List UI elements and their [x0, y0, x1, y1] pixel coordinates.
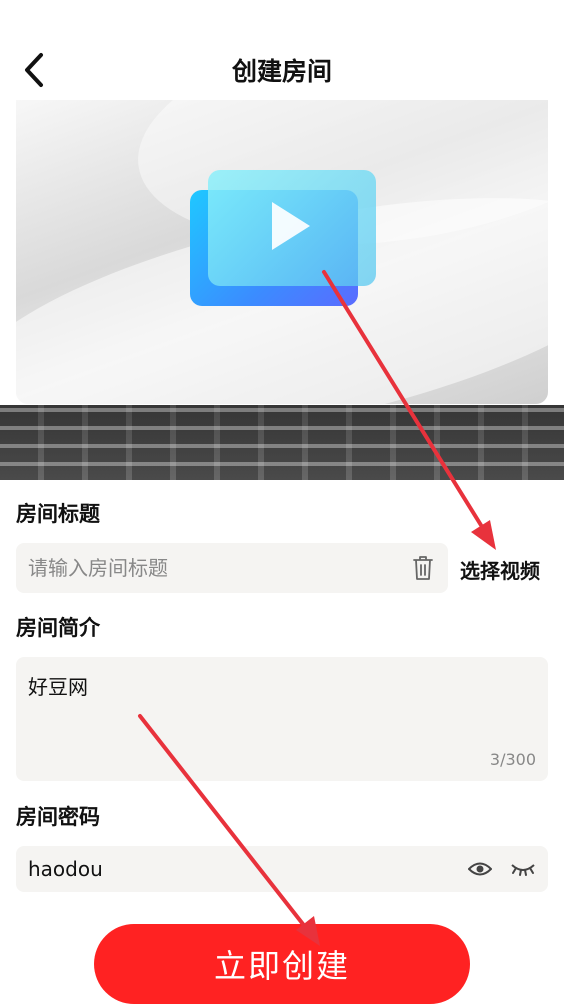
theater-seats-image: [0, 405, 564, 480]
room-password-label: 房间密码: [16, 805, 100, 829]
create-room-label: 立即创建: [213, 947, 350, 985]
page-title: 创建房间: [231, 57, 332, 86]
room-password-field[interactable]: haodou: [16, 846, 548, 892]
room-desc-value: 好豆网: [28, 675, 88, 699]
choose-video-button[interactable]: 选择视频: [460, 555, 540, 584]
trash-icon[interactable]: [412, 555, 434, 581]
create-room-button[interactable]: 立即创建: [94, 924, 470, 1004]
room-password-value: haodou: [28, 857, 103, 881]
room-title-field[interactable]: [16, 543, 448, 593]
video-play-icon[interactable]: [190, 170, 380, 310]
room-title-input[interactable]: [28, 543, 398, 593]
eye-closed-icon[interactable]: [510, 858, 536, 878]
room-desc-label: 房间简介: [16, 616, 100, 640]
char-counter: 3/300: [489, 750, 536, 769]
room-desc-field[interactable]: 好豆网 3/300: [16, 657, 548, 781]
header-bar: 创建房间: [0, 40, 564, 100]
room-title-label: 房间标题: [16, 502, 100, 526]
video-preview-area[interactable]: [0, 100, 564, 480]
eye-icon[interactable]: [468, 859, 492, 879]
